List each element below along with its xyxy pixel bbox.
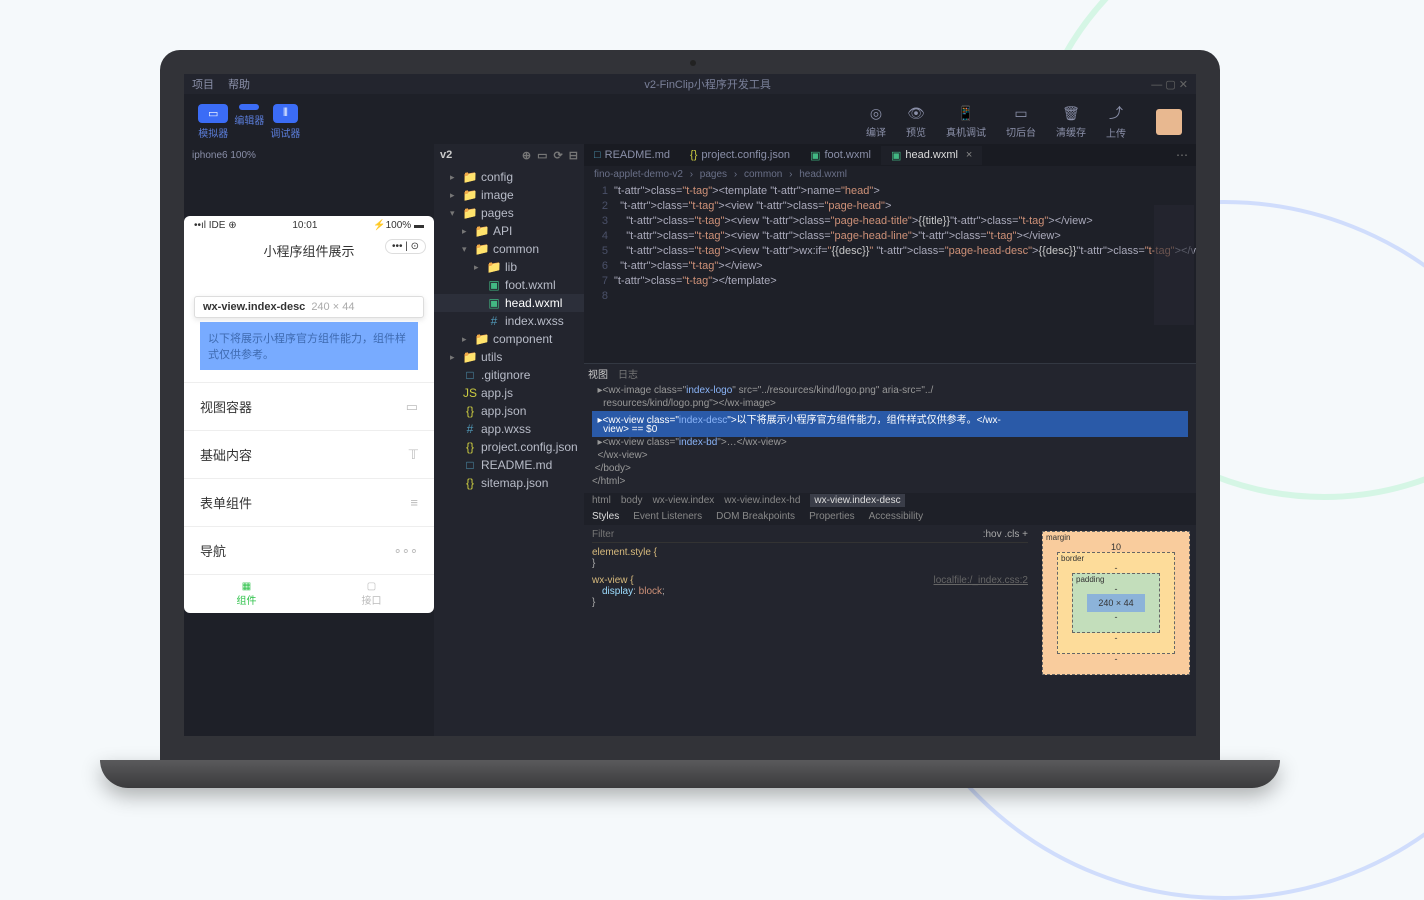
tree-node-12[interactable]: JSapp.js <box>434 384 584 402</box>
devtools: 视图日志 ▸<wx-image class="index-logo" src="… <box>584 363 1196 736</box>
styles-tab-3[interactable]: Properties <box>809 511 855 522</box>
tree-node-16[interactable]: □README.md <box>434 456 584 474</box>
tree-node-11[interactable]: □.gitignore <box>434 366 584 384</box>
hov-toggle[interactable]: :hov <box>983 529 1002 540</box>
highlighted-element: 以下将展示小程序官方组件能力，组件样式仅供参考。 <box>200 322 418 370</box>
toolbar-pill-2[interactable]: ⫴调试器 <box>270 104 300 140</box>
dom-crumb-4[interactable]: wx-view.index-desc <box>810 494 904 507</box>
new-folder-icon[interactable]: ▭ <box>537 149 547 162</box>
window-title: v2-FinClip小程序开发工具 <box>264 76 1151 92</box>
tree-node-13[interactable]: {}app.json <box>434 402 584 420</box>
box-model: margin 10 border - padding - 240 × 44 - <box>1036 525 1196 736</box>
toolbar-pill-1[interactable]: 编辑器 <box>234 104 264 140</box>
add-rule-icon[interactable]: + <box>1022 529 1028 540</box>
list-row-3[interactable]: 导航∘∘∘ <box>184 526 434 574</box>
file-explorer: v2 ⊕ ▭ ⟳ ⊟ ▸📁config ▸📁image ▾📁pages ▸📁AP… <box>434 144 584 736</box>
styles-filter-input[interactable] <box>592 529 983 540</box>
styles-tab-2[interactable]: DOM Breakpoints <box>716 511 795 522</box>
toolbar-action-3[interactable]: ▭切后台 <box>1006 105 1036 139</box>
collapse-icon[interactable]: ⊟ <box>569 149 578 162</box>
dom-tree[interactable]: ▸<wx-image class="index-logo" src="../re… <box>584 383 1196 493</box>
sim-tab-0[interactable]: ▦组件 <box>184 575 309 613</box>
devtools-tab-1[interactable]: 日志 <box>618 366 638 381</box>
dom-breadcrumb[interactable]: html body wx-view.index wx-view.index-hd wx-… <box>584 493 1196 508</box>
tree-node-7[interactable]: ▣head.wxml <box>434 294 584 312</box>
styles-tab-4[interactable]: Accessibility <box>869 511 923 522</box>
breadcrumbs[interactable]: fino-applet-demo-v2 › pages › common › h… <box>584 166 1196 183</box>
editor-tab-3[interactable]: ▣head.wxml× <box>881 146 982 165</box>
toolbar-action-4[interactable]: 🗑清缓存 <box>1056 105 1086 139</box>
toolbar-pill-0[interactable]: ▭模拟器 <box>198 104 228 140</box>
minimap[interactable] <box>1154 205 1194 325</box>
dom-crumb-0[interactable]: html <box>592 495 611 506</box>
tree-node-1[interactable]: ▸📁image <box>434 186 584 204</box>
phone-nav-title: 小程序组件展示 ••• | ⊙ <box>184 235 434 266</box>
tree-node-0[interactable]: ▸📁config <box>434 168 584 186</box>
phone-status-bar: ••ıl IDE ⊕ 10:01 ⚡100% ▬ <box>184 216 434 235</box>
phone-simulator[interactable]: ••ıl IDE ⊕ 10:01 ⚡100% ▬ 小程序组件展示 ••• | ⊙… <box>184 216 434 613</box>
more-icon[interactable]: ⋯ <box>1168 148 1196 162</box>
menu-project[interactable]: 项目 <box>192 76 214 92</box>
menu-help[interactable]: 帮助 <box>228 76 250 92</box>
styles-pane[interactable]: :hov .cls + element.style {} </span> <di… <box>584 525 1036 736</box>
window-controls[interactable]: — ▢ ✕ <box>1151 78 1188 91</box>
simulator-panel: iphone6 100% ••ıl IDE ⊕ 10:01 ⚡100% ▬ 小程… <box>184 144 434 736</box>
editor-tab-2[interactable]: ▣foot.wxml <box>800 146 881 165</box>
list-row-1[interactable]: 基础内容𝕋 <box>184 430 434 478</box>
css-rule-2[interactable]: localfile:/_index.css:2 wx-view {display… <box>592 575 1028 608</box>
menubar: 项目 帮助 v2-FinClip小程序开发工具 — ▢ ✕ <box>184 74 1196 94</box>
toolbar: ▭模拟器 编辑器 ⫴调试器 ◎编译 👁预览 📱真机调试 ▭切后台 🗑清缓存 ⤴上… <box>184 94 1196 144</box>
inspect-tooltip: wx-view.index-desc240 × 44 <box>194 296 424 318</box>
sim-tab-1[interactable]: ▢接口 <box>309 575 434 613</box>
editor-tab-0[interactable]: □README.md <box>584 146 680 164</box>
tree-node-2[interactable]: ▾📁pages <box>434 204 584 222</box>
tree-node-5[interactable]: ▸📁lib <box>434 258 584 276</box>
dom-crumb-1[interactable]: body <box>621 495 643 506</box>
close-icon[interactable]: × <box>966 149 972 161</box>
tree-node-14[interactable]: #app.wxss <box>434 420 584 438</box>
tree-node-4[interactable]: ▾📁common <box>434 240 584 258</box>
tree-node-10[interactable]: ▸📁utils <box>434 348 584 366</box>
list-row-2[interactable]: 表单组件≡ <box>184 478 434 526</box>
toolbar-action-5[interactable]: ⤴上传 <box>1106 103 1126 140</box>
code-editor[interactable]: 12345678 "t-attr">class="t-tag"><templat… <box>584 183 1196 363</box>
toolbar-action-0[interactable]: ◎编译 <box>866 105 886 139</box>
refresh-icon[interactable]: ⟳ <box>554 149 563 162</box>
css-rule-0[interactable]: element.style {} <box>592 547 1028 569</box>
cls-toggle[interactable]: .cls <box>1004 529 1019 540</box>
dom-crumb-2[interactable]: wx-view.index <box>653 495 715 506</box>
devtools-tab-0[interactable]: 视图 <box>588 366 608 381</box>
list-row-0[interactable]: 视图容器▭ <box>184 382 434 430</box>
tree-node-15[interactable]: {}project.config.json <box>434 438 584 456</box>
laptop-frame: 项目 帮助 v2-FinClip小程序开发工具 — ▢ ✕ ▭模拟器 编辑器 ⫴… <box>160 50 1220 788</box>
dom-crumb-3[interactable]: wx-view.index-hd <box>724 495 800 506</box>
simulator-device-label: iphone6 100% <box>184 144 434 166</box>
tree-node-17[interactable]: {}sitemap.json <box>434 474 584 492</box>
tree-node-3[interactable]: ▸📁API <box>434 222 584 240</box>
capsule-button[interactable]: ••• | ⊙ <box>385 239 426 254</box>
toolbar-action-1[interactable]: 👁预览 <box>906 105 926 139</box>
project-root-label[interactable]: v2 <box>440 149 452 161</box>
avatar[interactable] <box>1156 109 1182 135</box>
styles-tab-1[interactable]: Event Listeners <box>633 511 702 522</box>
tree-node-8[interactable]: #index.wxss <box>434 312 584 330</box>
editor-panel: □README.md {}project.config.json ▣foot.w… <box>584 144 1196 736</box>
tree-node-9[interactable]: ▸📁component <box>434 330 584 348</box>
styles-tab-0[interactable]: Styles <box>592 511 619 522</box>
editor-tab-1[interactable]: {}project.config.json <box>680 146 800 164</box>
toolbar-action-2[interactable]: 📱真机调试 <box>946 105 986 139</box>
new-file-icon[interactable]: ⊕ <box>522 149 531 162</box>
tree-node-6[interactable]: ▣foot.wxml <box>434 276 584 294</box>
